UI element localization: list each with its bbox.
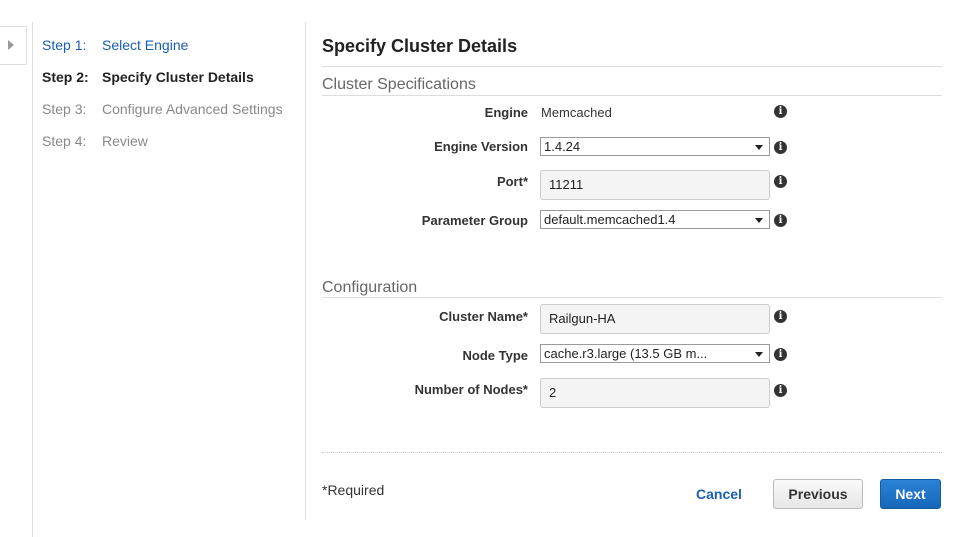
next-button[interactable]: Next: [880, 479, 941, 509]
dropdown-arrow-icon: [755, 352, 763, 357]
step-label: Select Engine: [102, 37, 189, 53]
info-icon[interactable]: i: [774, 214, 787, 227]
parameter-group-select[interactable]: default.memcached1.4: [540, 210, 770, 229]
info-icon[interactable]: i: [774, 175, 787, 188]
parameter-group-label: Parameter Group: [421, 213, 528, 228]
previous-button[interactable]: Previous: [773, 479, 863, 509]
cluster-name-label: Cluster Name*: [439, 309, 528, 324]
footer-divider: [322, 452, 942, 453]
step-number: Step 4:: [42, 133, 87, 149]
step-number: Step 2:: [42, 69, 89, 85]
number-of-nodes-label: Number of Nodes*: [414, 382, 528, 397]
step-number: Step 3:: [42, 101, 87, 117]
title-divider: [322, 66, 942, 67]
wizard-steps-nav: Step 1: Select Engine Step 2: Specify Clus…: [42, 36, 283, 164]
caret-right-icon: [8, 40, 14, 50]
engine-value: Memcached: [541, 105, 612, 120]
info-icon[interactable]: i: [774, 141, 787, 154]
section-title-configuration: Configuration: [322, 279, 418, 296]
info-icon[interactable]: i: [774, 105, 787, 118]
section-title-cluster-specifications: Cluster Specifications: [322, 76, 476, 93]
step-review: Step 4: Review: [42, 132, 283, 164]
section-divider: [322, 297, 942, 298]
info-icon[interactable]: i: [774, 310, 787, 323]
step-specify-cluster-details: Step 2: Specify Cluster Details: [42, 68, 283, 100]
sidebar-toggle[interactable]: [0, 26, 27, 65]
step-select-engine[interactable]: Step 1: Select Engine: [42, 36, 283, 68]
engine-version-label: Engine Version: [434, 139, 528, 154]
port-label: Port*: [496, 174, 528, 189]
step-label: Configure Advanced Settings: [102, 101, 283, 117]
step-label: Specify Cluster Details: [102, 69, 254, 85]
step-number: Step 1:: [42, 37, 87, 53]
info-icon[interactable]: i: [774, 348, 787, 361]
number-of-nodes-input[interactable]: 2: [540, 378, 770, 408]
dropdown-arrow-icon: [755, 218, 763, 223]
cancel-button[interactable]: Cancel: [696, 486, 742, 502]
required-note: *Required: [322, 482, 385, 498]
dropdown-arrow-icon: [755, 145, 763, 150]
engine-version-select[interactable]: 1.4.24: [540, 137, 770, 156]
node-type-selected: cache.r3.large (13.5 GB m...: [544, 346, 708, 361]
engine-label: Engine: [484, 105, 528, 120]
section-divider: [322, 95, 942, 96]
left-frame-border: [32, 22, 33, 537]
node-type-select[interactable]: cache.r3.large (13.5 GB m...: [540, 344, 770, 363]
parameter-group-selected: default.memcached1.4: [544, 212, 676, 227]
node-type-label: Node Type: [462, 348, 529, 363]
cluster-name-input[interactable]: Railgun-HA: [540, 304, 770, 334]
step-label: Review: [102, 133, 148, 149]
engine-version-selected: 1.4.24: [544, 139, 581, 154]
nav-divider: [305, 22, 306, 520]
step-configure-advanced-settings: Step 3: Configure Advanced Settings: [42, 100, 283, 132]
info-icon[interactable]: i: [774, 384, 787, 397]
port-input[interactable]: 11211: [540, 170, 770, 200]
page-title: Specify Cluster Details: [322, 36, 518, 56]
